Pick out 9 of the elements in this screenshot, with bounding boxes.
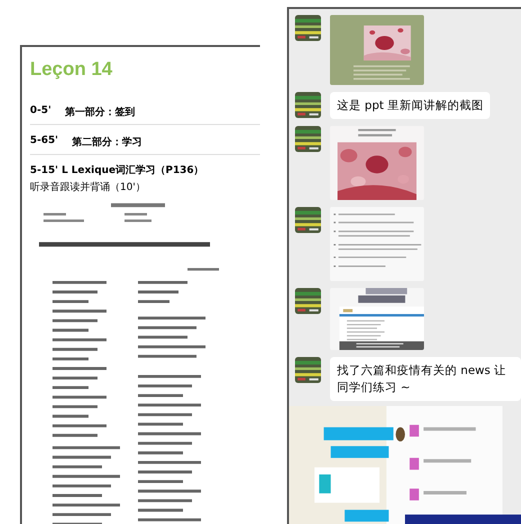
instruction-text: 听录音跟读并背诵（10'） xyxy=(30,180,146,194)
section-time: 5-65' xyxy=(30,135,58,148)
document-title: Leçon 14 xyxy=(30,59,112,81)
section-heading: 第二部分：学习 xyxy=(72,136,142,149)
message-bubble: 这是 ppt 里新闻讲解的截图 xyxy=(330,92,490,119)
activity-heading: 5-15' L Lexique词汇学习（P136） xyxy=(30,164,204,177)
section-time: 0-5' xyxy=(30,105,52,118)
message-bubble: 找了六篇和疫情有关的 news 让同学们练习 ~ xyxy=(330,357,521,401)
section-heading: 第一部分：签到 xyxy=(65,106,136,119)
